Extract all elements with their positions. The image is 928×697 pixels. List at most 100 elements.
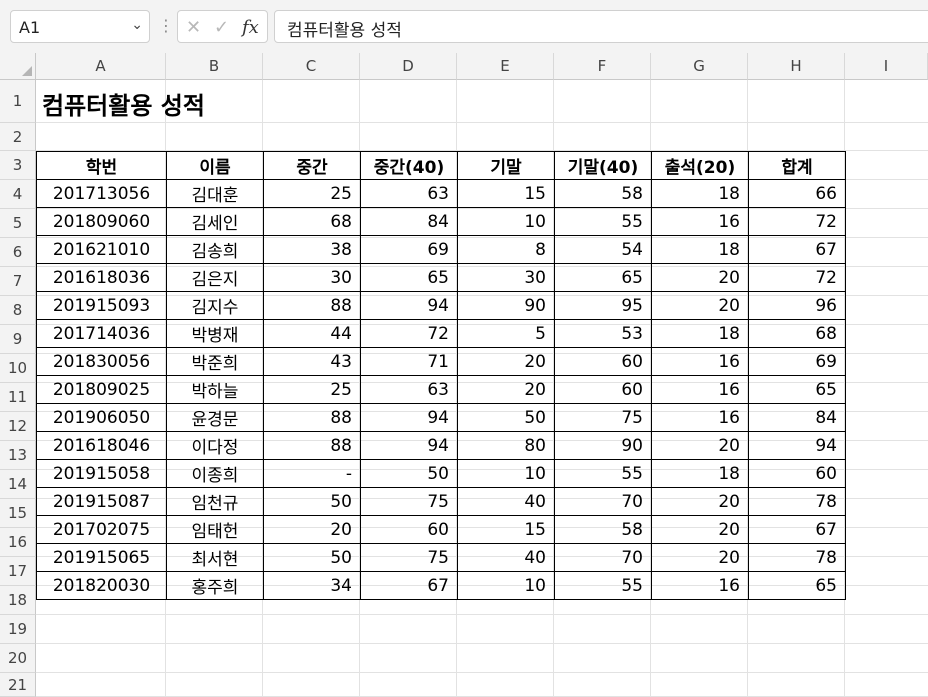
worksheet-grid[interactable]: ABCDEFGHI 1 2 3 4 5 6 7 8 9 10 11 12 13 14 15 16 17 18 19 2… <box>0 53 928 697</box>
score-cell[interactable]: 30 <box>457 263 555 292</box>
student-id-cell[interactable]: 201915093 <box>36 291 167 320</box>
student-id-cell[interactable]: 201618036 <box>36 263 167 292</box>
student-id-cell[interactable]: 201702075 <box>36 515 167 544</box>
score-cell[interactable]: 20 <box>651 291 749 320</box>
score-cell[interactable]: 94 <box>360 403 458 432</box>
row-header-11[interactable]: 11 <box>0 383 36 412</box>
column-header-c[interactable]: C <box>263 53 360 80</box>
score-cell[interactable]: 16 <box>651 207 749 236</box>
row-header-14[interactable]: 14 <box>0 470 36 499</box>
student-id-cell[interactable]: 201809025 <box>36 375 167 404</box>
score-cell[interactable]: 72 <box>360 319 458 348</box>
student-id-cell[interactable]: 201809060 <box>36 207 167 236</box>
score-cell[interactable]: 55 <box>554 571 652 600</box>
row-header-16[interactable]: 16 <box>0 528 36 557</box>
score-cell[interactable]: 18 <box>651 179 749 208</box>
column-header-h[interactable]: H <box>748 53 845 80</box>
column-header-i[interactable]: I <box>845 53 928 80</box>
score-cell[interactable]: 69 <box>748 347 846 376</box>
score-cell[interactable]: 20 <box>651 487 749 516</box>
score-cell[interactable]: 18 <box>651 235 749 264</box>
student-id-cell[interactable]: 201915087 <box>36 487 167 516</box>
chevron-down-icon[interactable]: ⌄ <box>131 17 143 33</box>
name-cell[interactable]: 박준희 <box>166 347 264 376</box>
score-cell[interactable]: 60 <box>748 459 846 488</box>
score-cell[interactable]: 20 <box>457 375 555 404</box>
name-cell[interactable]: 임천규 <box>166 487 264 516</box>
row-header-20[interactable]: 20 <box>0 644 36 673</box>
column-header-f[interactable]: F <box>554 53 651 80</box>
row-header-6[interactable]: 6 <box>0 238 36 267</box>
name-cell[interactable]: 최서현 <box>166 543 264 572</box>
formula-input[interactable]: 컴퓨터활용 성적 <box>274 10 928 43</box>
score-cell[interactable]: 50 <box>457 403 555 432</box>
header-cell[interactable]: 출석(20) <box>651 151 749 180</box>
score-cell[interactable]: 75 <box>360 487 458 516</box>
score-cell[interactable]: 38 <box>263 235 361 264</box>
row-header-1[interactable]: 1 <box>0 80 36 123</box>
score-cell[interactable]: 20 <box>457 347 555 376</box>
score-cell[interactable]: 66 <box>748 179 846 208</box>
name-cell[interactable]: 김송희 <box>166 235 264 264</box>
score-cell[interactable]: 69 <box>360 235 458 264</box>
enter-icon[interactable]: ✓ <box>214 17 229 38</box>
row-header-15[interactable]: 15 <box>0 499 36 528</box>
score-cell[interactable]: 60 <box>360 515 458 544</box>
name-cell[interactable]: 김대훈 <box>166 179 264 208</box>
score-cell[interactable]: 20 <box>651 431 749 460</box>
sheet-title-cell[interactable]: 컴퓨터활용 성적 <box>42 86 205 121</box>
score-cell[interactable]: 16 <box>651 403 749 432</box>
score-cell[interactable]: 43 <box>263 347 361 376</box>
more-options-icon[interactable]: ⋮ <box>158 14 174 38</box>
name-cell[interactable]: 임태헌 <box>166 515 264 544</box>
score-cell[interactable]: - <box>263 459 361 488</box>
score-cell[interactable]: 68 <box>748 319 846 348</box>
score-cell[interactable]: 44 <box>263 319 361 348</box>
score-cell[interactable]: 10 <box>457 459 555 488</box>
score-cell[interactable]: 18 <box>651 319 749 348</box>
score-cell[interactable]: 90 <box>554 431 652 460</box>
score-cell[interactable]: 80 <box>457 431 555 460</box>
score-cell[interactable]: 90 <box>457 291 555 320</box>
header-cell[interactable]: 중간 <box>263 151 361 180</box>
score-cell[interactable]: 53 <box>554 319 652 348</box>
score-cell[interactable]: 25 <box>263 179 361 208</box>
score-cell[interactable]: 94 <box>748 431 846 460</box>
score-cell[interactable]: 94 <box>360 291 458 320</box>
score-cell[interactable]: 84 <box>360 207 458 236</box>
name-cell[interactable]: 이다정 <box>166 431 264 460</box>
student-id-cell[interactable]: 201830056 <box>36 347 167 376</box>
name-cell[interactable]: 홍주희 <box>166 571 264 600</box>
column-header-e[interactable]: E <box>457 53 554 80</box>
score-cell[interactable]: 65 <box>554 263 652 292</box>
score-cell[interactable]: 18 <box>651 459 749 488</box>
cancel-icon[interactable]: ✕ <box>186 17 201 38</box>
score-cell[interactable]: 84 <box>748 403 846 432</box>
score-cell[interactable]: 40 <box>457 543 555 572</box>
name-cell[interactable]: 김은지 <box>166 263 264 292</box>
score-cell[interactable]: 50 <box>263 543 361 572</box>
score-cell[interactable]: 95 <box>554 291 652 320</box>
column-header-d[interactable]: D <box>360 53 457 80</box>
score-cell[interactable]: 20 <box>651 263 749 292</box>
score-cell[interactable]: 34 <box>263 571 361 600</box>
name-cell[interactable]: 박병재 <box>166 319 264 348</box>
score-cell[interactable]: 15 <box>457 515 555 544</box>
score-cell[interactable]: 54 <box>554 235 652 264</box>
row-header-9[interactable]: 9 <box>0 325 36 354</box>
score-cell[interactable]: 16 <box>651 347 749 376</box>
row-header-7[interactable]: 7 <box>0 267 36 296</box>
header-cell[interactable]: 이름 <box>166 151 264 180</box>
score-cell[interactable]: 40 <box>457 487 555 516</box>
row-header-8[interactable]: 8 <box>0 296 36 325</box>
row-header-4[interactable]: 4 <box>0 180 36 209</box>
score-cell[interactable]: 60 <box>554 347 652 376</box>
score-cell[interactable]: 70 <box>554 487 652 516</box>
header-cell[interactable]: 중간(40) <box>360 151 458 180</box>
score-cell[interactable]: 72 <box>748 207 846 236</box>
header-cell[interactable]: 기말(40) <box>554 151 652 180</box>
column-header-g[interactable]: G <box>651 53 748 80</box>
score-cell[interactable]: 55 <box>554 207 652 236</box>
score-cell[interactable]: 58 <box>554 515 652 544</box>
score-cell[interactable]: 8 <box>457 235 555 264</box>
